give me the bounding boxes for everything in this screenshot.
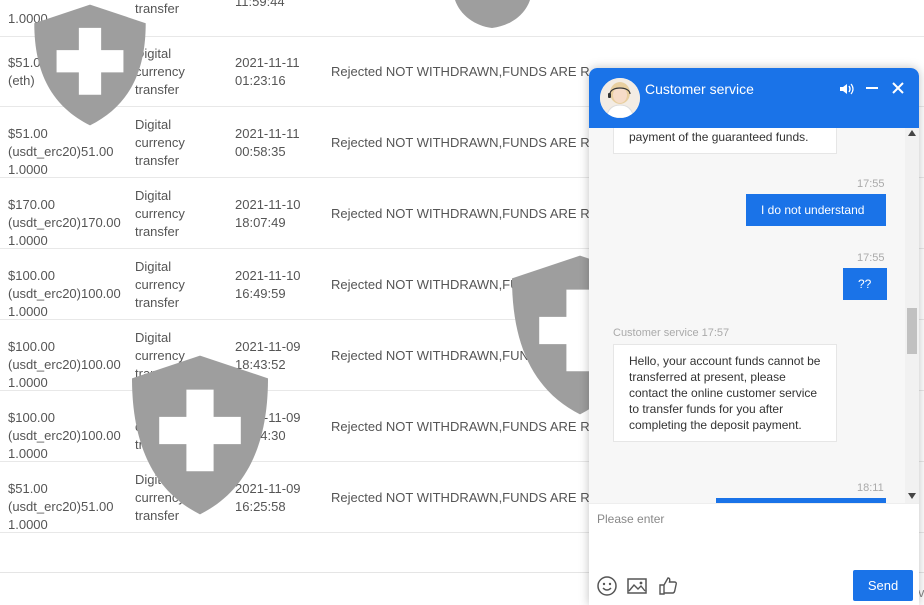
time-cell: 2021-11-09 18:43:52 [235, 339, 301, 372]
amount-cell: $100.00 (usdt_erc20)100.00 1.0000 [8, 268, 121, 319]
type-cell: Digital currency transfer [135, 117, 185, 168]
amount-cell: 1.0000 [8, 11, 48, 26]
status-cell: Rejected NOT WITHDRAWN,FUNDS ARE R [331, 490, 590, 505]
close-icon[interactable] [891, 81, 905, 95]
scroll-thumb[interactable] [907, 308, 917, 354]
chat-scrollbar[interactable] [905, 128, 919, 503]
amount-cell: $100.00 (usdt_erc20)100.00 1.0000 [8, 410, 121, 461]
agent-avatar-icon [600, 78, 640, 118]
type-cell: Digital currency transfer [135, 188, 185, 239]
amount-cell: $170.00 (usdt_erc20)170.00 1.0000 [8, 197, 121, 248]
message-text: I do not understand [761, 203, 865, 217]
user-message: I do not understand [746, 194, 886, 226]
message-time: 17:55 [857, 252, 885, 264]
status-cell: Rejected NOT WITHDRAWN,FUNDS ARE R [331, 206, 590, 221]
message-time: 17:55 [857, 178, 885, 190]
status-cell: Rejected NOT WITHDRAWN,FUNDS ARE R [331, 277, 590, 292]
agent-message: payment of the guaranteed funds. [613, 128, 837, 154]
time-cell: 2021-11-10 18:07:49 [235, 197, 301, 230]
scroll-up-arrow-icon[interactable] [908, 130, 916, 136]
table-row-partial: 1.0000 transfer 11:59:44 [0, 0, 924, 37]
time-cell: 2021-11-09 16:25:58 [235, 481, 301, 514]
type-cell: Digital currency transfer [135, 401, 185, 452]
amount-cell: $51.00 (eth) [8, 55, 48, 88]
chat-messages[interactable]: payment of the guaranteed funds. 17:55 I… [589, 128, 905, 503]
type-cell: transfer [135, 1, 180, 16]
amount-cell: $51.00 (usdt_erc20)51.00 1.0000 [8, 481, 114, 532]
message-text: payment of the guaranteed funds. [629, 130, 809, 144]
thumbs-up-icon[interactable] [657, 575, 679, 597]
image-icon[interactable] [626, 575, 648, 597]
chat-input-area: Send [589, 503, 919, 605]
time-cell: 2021-11-09 18:14:30 [235, 410, 301, 443]
time-cell: 2021-11-11 01:23:16 [235, 55, 300, 88]
minimize-icon[interactable] [865, 81, 879, 95]
type-cell: Digital currency transfer [135, 472, 185, 523]
type-cell: Digital currency transfer [135, 46, 185, 97]
type-cell: Digital currency transfer [135, 259, 185, 310]
agent-message: Hello, your account funds cannot be tran… [613, 344, 837, 442]
emoji-icon[interactable] [596, 575, 618, 597]
status-cell: Rejected NOT WITHDRAWN,FUNDS ARE R [331, 348, 590, 363]
status-cell: Rejected NOT WITHDRAWN,FUNDS ARE R [331, 135, 590, 150]
customer-service-chat: Customer service payment of the guarante… [589, 68, 919, 605]
message-time: 18:11 [857, 482, 884, 494]
send-button[interactable]: Send [853, 570, 913, 601]
agent-message-header: Customer service 17:57 [613, 327, 730, 339]
scroll-down-arrow-icon[interactable] [908, 493, 916, 499]
sound-icon[interactable] [838, 81, 854, 97]
amount-cell: $51.00 (usdt_erc20)51.00 1.0000 [8, 126, 114, 177]
amount-cell: $100.00 (usdt_erc20)100.00 1.0000 [8, 339, 121, 390]
message-input[interactable] [595, 510, 909, 554]
message-text: Hello, your account funds cannot be tran… [629, 354, 821, 432]
time-cell: 2021-11-11 00:58:35 [235, 126, 300, 159]
chat-title: Customer service [645, 81, 754, 97]
time-cell: 2021-11-10 16:49:59 [235, 268, 301, 301]
message-text: ?? [858, 277, 872, 291]
user-message: ?? [843, 268, 887, 300]
status-cell: Rejected NOT WITHDRAWN,FUNDS ARE R [331, 64, 590, 79]
type-cell: Digital currency transfer [135, 330, 185, 381]
time-cell: 11:59:44 [235, 0, 285, 9]
status-cell: Rejected NOT WITHDRAWN,FUNDS ARE R [331, 419, 590, 434]
chat-header: Customer service [589, 68, 919, 128]
agent-avatar [600, 78, 640, 118]
